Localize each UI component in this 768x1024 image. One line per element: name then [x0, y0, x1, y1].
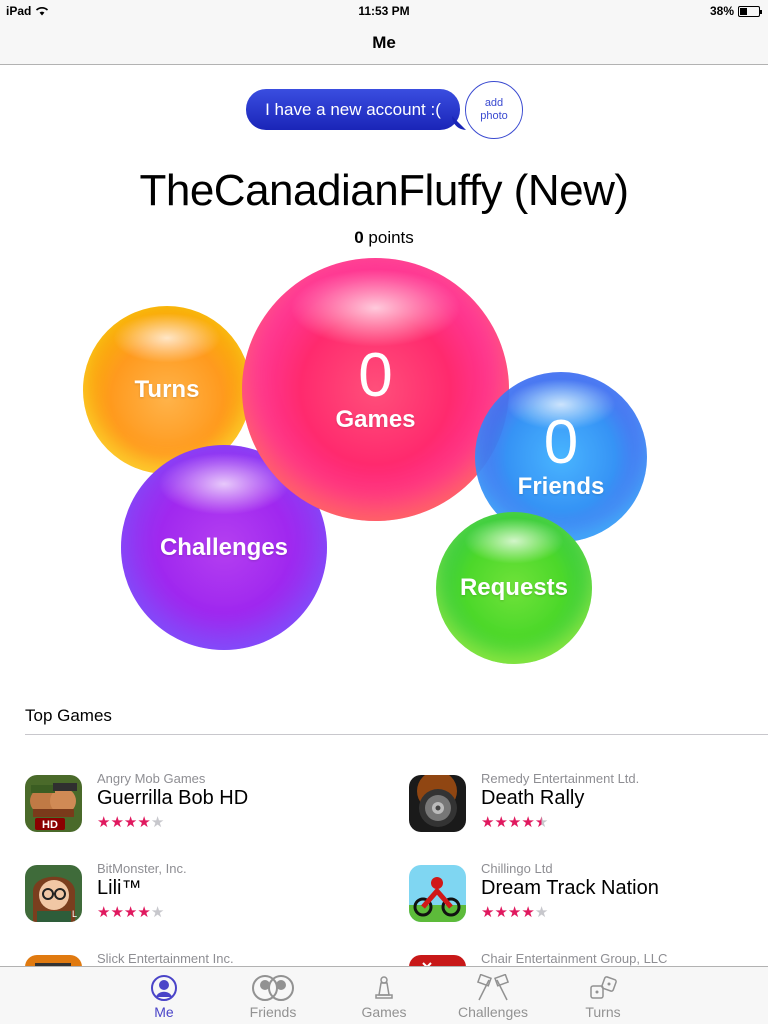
- me-icon: [151, 975, 177, 1001]
- friends-count: 0: [543, 408, 579, 477]
- star-icon: ★: [494, 814, 508, 831]
- star-icon: ★: [123, 904, 138, 921]
- star-icon: ★: [97, 814, 111, 831]
- dream-track-nation-icon: [409, 865, 466, 922]
- game-developer: Remedy Entertainment Ltd.: [481, 771, 640, 786]
- points-label: points: [368, 228, 414, 247]
- game-title: Death Rally: [481, 787, 585, 809]
- lili-icon: L: [25, 865, 82, 922]
- tab-label: Games: [361, 1004, 407, 1020]
- add-photo-label-line2: photo: [480, 110, 508, 122]
- turns-icon: [590, 976, 617, 999]
- game-title: Lili™: [97, 877, 142, 899]
- games-count: 0: [358, 340, 393, 410]
- battery-icon: [738, 5, 762, 17]
- star-icon: ★: [481, 814, 495, 831]
- requests-bubble[interactable]: Requests: [436, 512, 592, 664]
- star-icon: ★: [150, 904, 165, 921]
- star-icon: ★: [137, 814, 151, 831]
- tab-bar: Me Friends Games Challenges Turns: [0, 966, 768, 1024]
- star-icon: ★: [507, 904, 522, 921]
- games-label: Games: [335, 405, 416, 433]
- games-bubble[interactable]: 0 Games: [242, 258, 509, 521]
- star-rating: ★★★★★: [97, 903, 164, 921]
- games-icon: [375, 976, 393, 999]
- star-icon: ★: [110, 814, 124, 831]
- status-message-bubble[interactable]: I have a new account :(: [246, 89, 460, 130]
- tab-challenges[interactable]: Challenges: [448, 967, 538, 1024]
- nav-title: Me: [0, 22, 768, 65]
- star-rating: ★★★★★: [97, 813, 164, 831]
- tab-me[interactable]: Me: [119, 967, 209, 1024]
- game-title: Guerrilla Bob HD: [97, 787, 249, 809]
- game-developer: Chair Entertainment Group, LLC: [481, 951, 668, 966]
- svg-text:L: L: [72, 909, 77, 919]
- challenges-icon: [476, 974, 510, 1001]
- points-value: 0: [354, 228, 364, 247]
- star-icon: ★: [97, 904, 111, 921]
- star-icon: ★: [150, 814, 165, 831]
- tab-turns[interactable]: Turns: [558, 967, 648, 1024]
- add-photo-label-line1: add: [484, 97, 504, 109]
- star-icon: ★: [521, 814, 535, 831]
- tab-label: Turns: [585, 1004, 621, 1020]
- points-display: 0 points: [0, 228, 768, 248]
- tab-label: Me: [154, 1004, 174, 1020]
- game-title: Dream Track Nation: [481, 877, 659, 899]
- star-icon: ★: [137, 904, 151, 921]
- status-time: 11:53 PM: [358, 4, 410, 18]
- top-games-title: Top Games: [25, 706, 112, 725]
- friends-label: Friends: [517, 473, 605, 500]
- game-developer: Chillingo Ltd: [481, 861, 553, 876]
- star-icon: ★: [123, 814, 138, 831]
- battery-percent: 38%: [709, 4, 734, 18]
- game-item[interactable]: L BitMonster, Inc. Lili™ ★★★★★: [25, 861, 355, 931]
- requests-label: Requests: [459, 574, 569, 601]
- game-item[interactable]: Chillingo Ltd Dream Track Nation ★★★★★: [409, 861, 739, 931]
- game-item[interactable]: Remedy Entertainment Ltd. Death Rally ★★…: [409, 771, 739, 841]
- game-item[interactable]: HD Angry Mob Games Guerrilla Bob HD ★★★★…: [25, 771, 355, 841]
- status-bar: iPad 11:53 PM 38%: [0, 0, 768, 22]
- tab-friends[interactable]: Friends: [228, 967, 318, 1024]
- game-developer: BitMonster, Inc.: [97, 861, 187, 876]
- star-icon: ★: [110, 904, 124, 921]
- tab-label: Challenges: [457, 1004, 529, 1020]
- star-icon: ★: [494, 904, 508, 921]
- star-icon: ★: [521, 904, 535, 921]
- star-rating: ★★★★★: [481, 903, 548, 921]
- star-icon: ★: [507, 814, 522, 831]
- friends-icon: [252, 975, 294, 1001]
- tab-games[interactable]: Games: [339, 967, 429, 1024]
- star-icon: ★: [534, 904, 549, 921]
- game-developer: Angry Mob Games: [97, 771, 206, 786]
- add-photo-button[interactable]: add photo: [465, 81, 523, 139]
- svg-text:HD: HD: [42, 819, 58, 831]
- divider: [25, 734, 768, 735]
- turns-label: Turns: [134, 376, 200, 403]
- death-rally-icon: [409, 775, 466, 832]
- tab-label: Friends: [249, 1004, 297, 1020]
- game-developer: Slick Entertainment Inc.: [97, 951, 234, 966]
- game-center-me-screen: iPad 11:53 PM 38% Me I have a new accoun…: [0, 0, 768, 1024]
- username: TheCanadianFluffy (New): [139, 166, 629, 215]
- star-rating: ★★★★★: [481, 813, 548, 831]
- guerrilla-bob-icon: HD: [25, 775, 82, 832]
- star-icon: ★: [481, 904, 495, 921]
- star-icon: ★: [534, 814, 549, 831]
- challenges-label: Challenges: [159, 533, 289, 561]
